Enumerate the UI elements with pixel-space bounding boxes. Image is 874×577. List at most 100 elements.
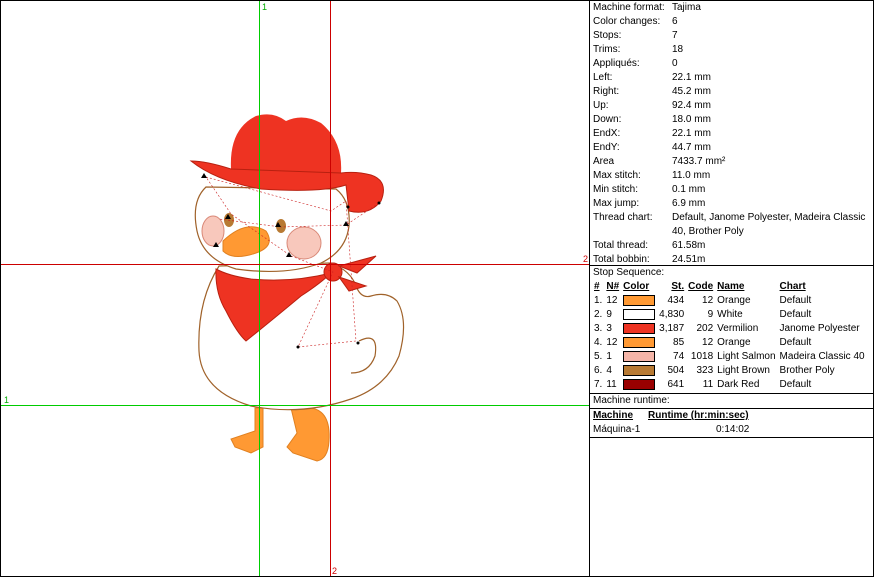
col-stitches: St. <box>671 281 685 292</box>
stop-index: 7. <box>594 379 603 390</box>
property-value: 22.1 mm <box>672 128 711 139</box>
property-value: 6.9 mm <box>672 198 706 209</box>
info-panel: Machine format: Tajima Color changes: 6 Stop… <box>590 0 874 577</box>
property-key: Up: <box>593 100 609 111</box>
property-value: 61.58m <box>672 240 706 251</box>
stop-code: 1018 <box>690 351 714 362</box>
stop-stitches: 74 <box>673 351 685 362</box>
stop-sequence-title: Stop Sequence: <box>593 267 665 278</box>
property-key: Machine format: <box>593 2 665 13</box>
color-swatch <box>623 308 656 320</box>
stop-color-swatch <box>621 336 657 350</box>
property-row: Area 7433.7 mm² <box>590 155 873 169</box>
property-row: Max stitch: 11.0 mm <box>590 169 873 183</box>
stop-color-swatch <box>621 378 657 392</box>
property-value: 92.4 mm <box>672 100 711 111</box>
stop-row[interactable]: 1. 12 434 12 Orange Default <box>592 294 867 308</box>
runtime-header-row: Machine Runtime (hr:min:sec) <box>590 409 873 423</box>
hat-crown <box>230 114 342 173</box>
stop-code: 12 <box>702 337 714 348</box>
stop-code: 12 <box>702 295 714 306</box>
guide-label-h2: 2 <box>583 254 589 264</box>
stop-row[interactable]: 2. 9 4,830 9 White Default <box>592 308 867 322</box>
stop-name: Orange <box>717 337 751 348</box>
guide-horizontal-1[interactable] <box>1 405 589 406</box>
property-value: 44.7 mm <box>672 142 711 153</box>
stop-sequence-section: Stop Sequence: # N# Color St. Code Name … <box>590 266 873 394</box>
stop-chart: Janome Polyester <box>779 323 860 334</box>
stop-index: 4. <box>594 337 603 348</box>
color-swatch <box>623 350 656 362</box>
stop-name: Orange <box>717 295 751 306</box>
stop-index: 2. <box>594 309 603 320</box>
runtime-value: 0:14:02 <box>716 424 750 435</box>
stop-index: 1. <box>594 295 603 306</box>
stop-row[interactable]: 7. 11 641 11 Dark Red Default <box>592 378 867 392</box>
property-value: 7 <box>672 30 678 41</box>
property-row: Stops: 7 <box>590 29 873 43</box>
property-row: Down: 18.0 mm <box>590 113 873 127</box>
property-key: Max jump: <box>593 198 640 209</box>
col-index: # <box>594 281 600 292</box>
stop-row[interactable]: 3. 3 3,187 202 Vermilion Janome Polyester <box>592 322 867 336</box>
stop-stitches: 85 <box>673 337 685 348</box>
stop-needle: 12 <box>606 295 618 306</box>
property-key: Left: <box>593 72 613 83</box>
stop-needle: 12 <box>606 337 618 348</box>
property-value: 6 <box>672 16 678 27</box>
stop-code: 323 <box>696 365 714 376</box>
property-row: Thread chart: Default, Janome Polyester, … <box>590 211 873 239</box>
stop-row[interactable]: 4. 12 85 12 Orange Default <box>592 336 867 350</box>
runtime-time-header: Runtime (hr:min:sec) <box>648 410 749 421</box>
stop-needle: 3 <box>606 323 612 334</box>
property-key: Down: <box>593 114 622 125</box>
property-value: Tajima <box>672 2 701 13</box>
machine-runtime-section: Machine runtime: Machine Runtime (hr:min… <box>590 394 873 438</box>
stop-sequence-table: # N# Color St. Code Name Chart 1. 12 434 12… <box>592 280 867 392</box>
stop-stitches: 3,187 <box>659 323 685 334</box>
property-row: Color changes: 6 <box>590 15 873 29</box>
stop-name: Dark Red <box>717 379 760 390</box>
design-canvas[interactable]: 1 2 1 2 <box>0 0 590 577</box>
color-swatch <box>623 336 656 348</box>
stop-sequence-header-row: # N# Color St. Code Name Chart <box>592 280 867 294</box>
guide-vertical-1[interactable] <box>259 1 260 576</box>
stop-row[interactable]: 5. 1 74 1018 Light Salmon Madeira Classic 40 <box>592 350 867 364</box>
property-key: EndY: <box>593 142 620 153</box>
stop-code: 202 <box>696 323 714 334</box>
guide-vertical-2[interactable] <box>330 1 331 576</box>
stop-chart: Default <box>779 295 812 306</box>
runtime-row: Máquina-1 0:14:02 <box>590 423 873 437</box>
stop-needle: 9 <box>606 309 612 320</box>
right-foot <box>286 407 330 462</box>
stop-stitches: 504 <box>667 365 685 376</box>
stop-index: 3. <box>594 323 603 334</box>
col-color: Color <box>623 281 650 292</box>
stop-chart: Madeira Classic 40 <box>779 351 865 362</box>
guide-label-v2: 2 <box>332 566 338 576</box>
stop-color-swatch <box>621 350 657 364</box>
property-value: 11.0 mm <box>672 170 711 181</box>
color-swatch <box>623 322 656 334</box>
duck-embroidery-design <box>189 114 405 462</box>
property-row: Max jump: 6.9 mm <box>590 197 873 211</box>
stop-chart: Default <box>779 379 812 390</box>
stop-name: Light Brown <box>717 365 770 376</box>
runtime-title: Machine runtime: <box>590 394 873 409</box>
color-swatch <box>623 294 656 306</box>
stop-needle: 1 <box>606 351 612 362</box>
guide-horizontal-2[interactable] <box>1 264 589 265</box>
property-row: Right: 45.2 mm <box>590 85 873 99</box>
stop-code: 11 <box>702 379 714 390</box>
property-value: 0 <box>672 58 678 69</box>
stop-name: White <box>717 309 743 320</box>
stop-index: 5. <box>594 351 603 362</box>
col-name: Name <box>717 281 745 292</box>
stop-chart: Default <box>779 337 812 348</box>
property-row: Trims: 18 <box>590 43 873 57</box>
property-value: 45.2 mm <box>672 86 711 97</box>
stop-stitches: 434 <box>667 295 685 306</box>
property-key: EndX: <box>593 128 621 139</box>
stop-row[interactable]: 6. 4 504 323 Light Brown Brother Poly <box>592 364 867 378</box>
stop-chart: Default <box>779 309 812 320</box>
